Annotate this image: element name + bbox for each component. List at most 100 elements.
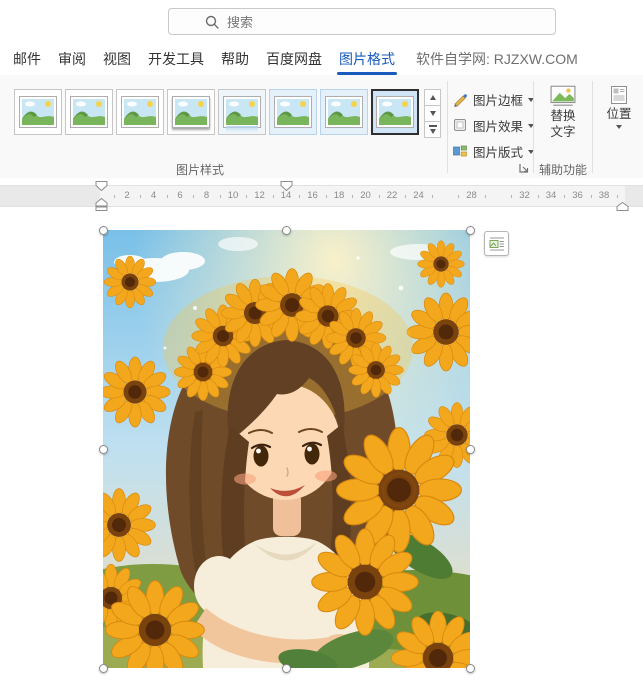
horizontal-ruler: 246810121416182022242832343638 (0, 178, 643, 212)
group-separator (592, 81, 593, 173)
pen-icon (452, 91, 468, 107)
first-line-indent-marker[interactable] (95, 178, 108, 196)
tab-view[interactable]: 视图 (103, 44, 131, 75)
tab-mail[interactable]: 邮件 (13, 44, 41, 75)
ruler-number: 34 (546, 186, 557, 206)
menu-bar: 邮件 审阅 视图 开发工具 帮助 百度网盘 图片格式 软件自学网: RJZXW.… (0, 44, 643, 75)
picture-border-button[interactable]: 图片边框 (452, 87, 534, 111)
tab-developer[interactable]: 开发工具 (148, 44, 204, 75)
selected-image-sunflower-girl[interactable] (103, 230, 470, 668)
picture-style-item-1[interactable] (14, 89, 62, 135)
document-area (0, 212, 643, 694)
effects-icon (452, 117, 468, 133)
picture-style-item-3[interactable] (116, 89, 164, 135)
tab-review[interactable]: 审阅 (58, 44, 86, 75)
search-icon (205, 15, 219, 29)
ruler-number: 18 (334, 186, 345, 206)
ruler-tick (273, 195, 274, 198)
indent-marker[interactable] (280, 178, 293, 196)
picture-effects-label: 图片效果 (473, 116, 523, 135)
ruler-number: 28 (466, 186, 477, 206)
ruler-tick (538, 195, 539, 198)
ruler-tick (432, 195, 433, 198)
ruler-tick (220, 195, 221, 198)
picture-style-item-7[interactable] (320, 89, 368, 135)
ruler-tick (564, 195, 565, 198)
selection-handle-sw[interactable] (99, 664, 108, 673)
ruler-tick (379, 195, 380, 198)
ruler-tick (246, 195, 247, 198)
arrow-up-icon (430, 95, 436, 100)
ruler-number: 12 (254, 186, 265, 206)
search-input[interactable]: 搜索 (168, 8, 556, 35)
selection-handle-s[interactable] (282, 664, 291, 673)
ruler-number: 20 (360, 186, 371, 206)
ruler-tick (299, 195, 300, 198)
selection-handle-ne[interactable] (466, 226, 475, 235)
ruler-tick (114, 195, 115, 198)
ruler-tick (485, 195, 486, 198)
title-bar: 搜索 (0, 0, 643, 44)
alt-text-label-line1: 替换 (550, 109, 575, 123)
ruler-number: 2 (124, 186, 129, 206)
ruler-tick (352, 195, 353, 198)
picture-style-item-8-selected[interactable] (371, 89, 419, 135)
ruler-number: 24 (413, 186, 424, 206)
ruler-number: 8 (204, 186, 209, 206)
arrow-down-icon (430, 111, 436, 116)
ribbon: 图片边框 图片效果 图片版式 图片样式 (0, 75, 643, 179)
picture-style-item-5[interactable] (218, 89, 266, 135)
selection-handle-nw[interactable] (99, 226, 108, 235)
more-bar-icon (429, 125, 437, 127)
layout-icon (452, 143, 468, 159)
layout-options-icon (488, 235, 506, 253)
ruler-tick (193, 195, 194, 198)
picture-style-item-4[interactable] (167, 89, 215, 135)
gallery-scroll-up-button[interactable] (424, 89, 441, 106)
alt-text-button[interactable]: 替换 文字 (538, 85, 588, 139)
gallery-scroll-down-button[interactable] (424, 105, 441, 122)
selection-handle-se[interactable] (466, 664, 475, 673)
picture-layout-label: 图片版式 (473, 142, 523, 161)
group-separator (533, 81, 534, 173)
selection-handle-w[interactable] (99, 445, 108, 454)
watermark-text: 软件自学网: RJZXW.COM (416, 44, 578, 75)
tab-baidu-netdisk[interactable]: 百度网盘 (266, 44, 322, 75)
picture-effects-button[interactable]: 图片效果 (452, 113, 534, 137)
gallery-more-button[interactable] (424, 121, 441, 138)
sunflower-girl-illustration (103, 230, 470, 668)
ruler-number: 10 (228, 186, 239, 206)
chevron-down-icon (616, 125, 622, 129)
position-button[interactable]: 位置 (596, 85, 642, 129)
position-icon (609, 85, 629, 105)
picture-styles-group-label: 图片样式 (148, 161, 252, 178)
accessibility-group-label: 辅助功能 (534, 161, 592, 178)
ruler-number: 36 (572, 186, 583, 206)
picture-style-item-6[interactable] (269, 89, 317, 135)
ruler-number: 22 (387, 186, 398, 206)
alt-text-icon (550, 85, 576, 107)
layout-options-button[interactable] (484, 231, 509, 256)
selection-handle-n[interactable] (282, 226, 291, 235)
picture-style-item-2[interactable] (65, 89, 113, 135)
group-separator (447, 81, 448, 173)
tab-picture-format[interactable]: 图片格式 (339, 44, 395, 75)
ruler-tick (405, 195, 406, 198)
tab-help[interactable]: 帮助 (221, 44, 249, 75)
dialog-launcher-icon[interactable] (517, 161, 531, 175)
ruler-number: 32 (519, 186, 530, 206)
picture-border-label: 图片边框 (473, 90, 523, 109)
ruler-tick (167, 195, 168, 198)
ruler-number: 6 (177, 186, 182, 206)
ruler-number: 38 (599, 186, 610, 206)
ruler-number: 16 (307, 186, 318, 206)
position-label: 位置 (606, 107, 631, 121)
selection-handle-e[interactable] (466, 445, 475, 454)
ruler-tick (140, 195, 141, 198)
picture-layout-button[interactable]: 图片版式 (452, 139, 534, 163)
search-placeholder: 搜索 (227, 12, 253, 31)
ruler-tick (591, 195, 592, 198)
ruler-tick (458, 195, 459, 198)
alt-text-label-line2: 文字 (550, 125, 575, 139)
ruler-tick (326, 195, 327, 198)
